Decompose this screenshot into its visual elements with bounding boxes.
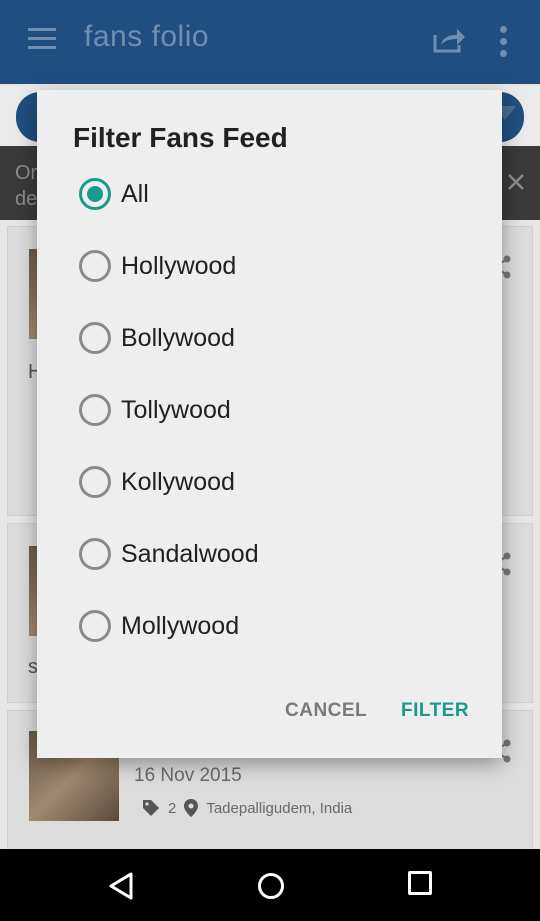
radio-option-bollywood[interactable]: Bollywood [79,318,235,358]
share-icon[interactable] [433,27,465,53]
radio-button[interactable] [79,610,111,642]
option-label: All [121,179,149,208]
radio-option-all[interactable]: All [79,174,149,214]
post-meta: 2 Tadepalligudem, India [142,799,352,817]
filter-dialog: Filter Fans Feed All Hollywood Bollywood… [37,90,502,758]
dialog-title: Filter Fans Feed [73,122,288,153]
back-icon[interactable] [108,871,134,901]
more-options-icon[interactable] [500,26,508,62]
cancel-button[interactable]: CANCEL [285,700,367,722]
option-label: Mollywood [121,611,240,640]
radio-option-kollywood[interactable]: Kollywood [79,462,235,502]
radio-button[interactable] [79,538,111,570]
option-label: Bollywood [121,323,235,352]
option-label: Sandalwood [121,539,259,568]
system-nav-bar [0,849,540,921]
recent-apps-icon[interactable] [408,871,432,895]
home-icon[interactable] [257,872,285,900]
radio-button[interactable] [79,250,111,282]
radio-option-sandalwood[interactable]: Sandalwood [79,534,259,574]
radio-button[interactable] [79,322,111,354]
radio-option-hollywood[interactable]: Hollywood [79,246,236,286]
tag-count: 2 [168,799,177,817]
radio-button[interactable] [79,394,111,426]
radio-option-tollywood[interactable]: Tollywood [79,390,231,430]
radio-button[interactable] [79,466,111,498]
option-label: Tollywood [121,395,231,424]
location-text: Tadepalligudem, India [206,799,353,817]
app-title: fans folio [84,20,210,53]
close-icon[interactable] [506,172,526,192]
tag-icon [143,800,159,816]
location-pin-icon [184,799,199,817]
radio-option-mollywood[interactable]: Mollywood [79,606,239,646]
option-label: Hollywood [121,251,237,280]
filter-button[interactable]: FILTER [401,700,469,722]
radio-button-selected[interactable] [79,178,111,210]
post-date: 16 Nov 2015 [134,765,242,786]
app-bar: fans folio [0,0,540,84]
option-label: Kollywood [121,467,235,496]
menu-icon[interactable] [28,28,56,52]
